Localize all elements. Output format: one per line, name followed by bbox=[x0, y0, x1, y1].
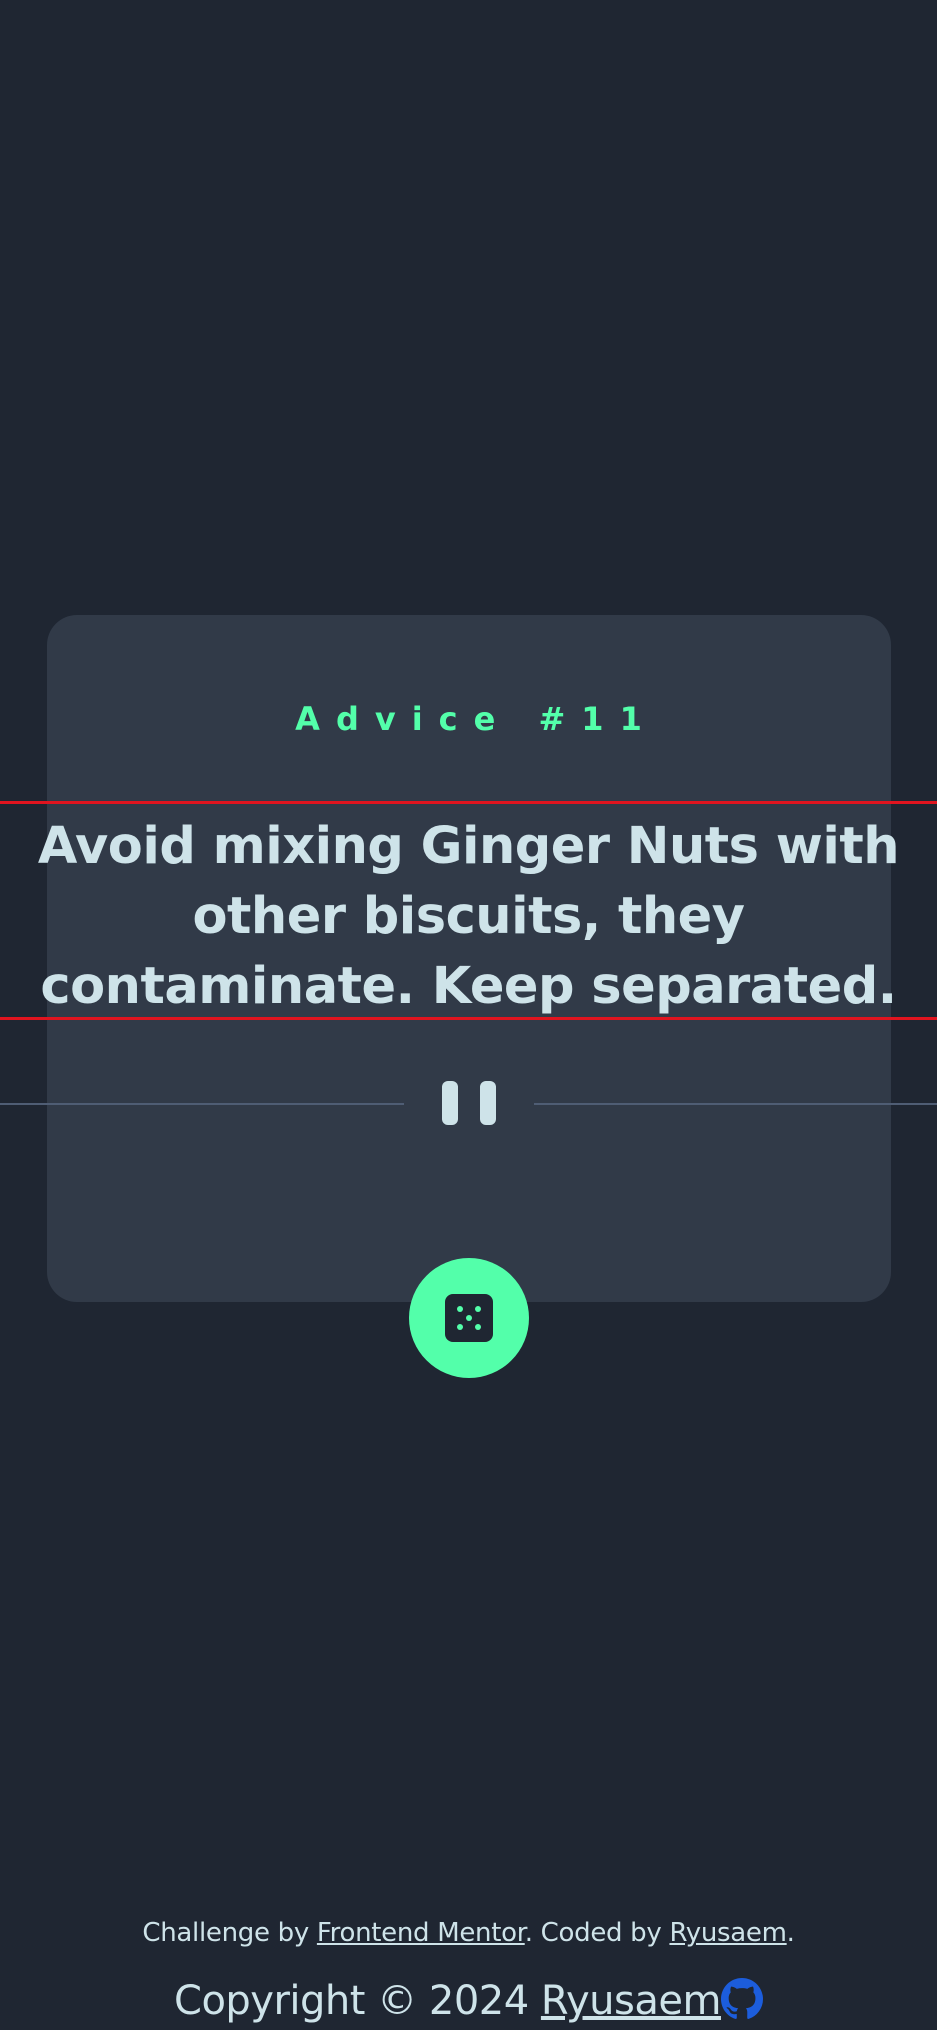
advice-quote: Avoid mixing Ginger Nuts with other bisc… bbox=[37, 817, 900, 1016]
divider-line-right bbox=[534, 1103, 937, 1105]
frontend-mentor-link[interactable]: Frontend Mentor bbox=[317, 1918, 525, 1948]
coded-by-prefix: . Coded by bbox=[524, 1918, 670, 1948]
attribution: Challenge by Frontend Mentor. Coded by R… bbox=[0, 1918, 937, 1948]
advice-id-label: Advice #11 bbox=[295, 700, 658, 738]
coded-by-suffix: . bbox=[786, 1918, 795, 1948]
attribution-prefix: Challenge by bbox=[142, 1918, 317, 1948]
generate-advice-button[interactable] bbox=[409, 1258, 529, 1378]
copyright: Copyright © 2024 Ryusaem bbox=[0, 1978, 937, 2024]
dice-icon bbox=[445, 1294, 493, 1342]
github-icon[interactable] bbox=[720, 1978, 763, 2020]
pause-icon bbox=[442, 1081, 496, 1125]
author-link[interactable]: Ryusaem bbox=[669, 1918, 787, 1948]
copyright-author-link[interactable]: Ryusaem bbox=[541, 1978, 722, 2024]
divider-line-left bbox=[0, 1103, 404, 1105]
copyright-text: Copyright © 2024 bbox=[174, 1978, 541, 2024]
advice-quote-container: Avoid mixing Ginger Nuts with other bisc… bbox=[0, 801, 937, 1020]
